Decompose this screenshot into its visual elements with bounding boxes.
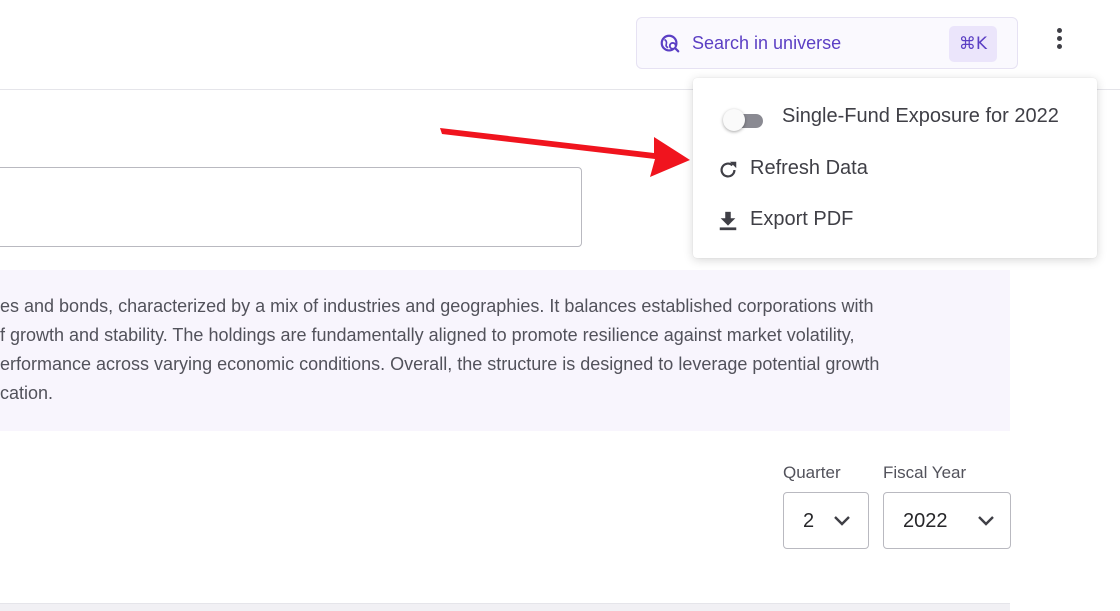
- summary-line: f growth and stability. The holdings are…: [0, 325, 855, 345]
- chevron-down-icon: [834, 516, 850, 526]
- menu-item-label: Refresh Data: [750, 157, 868, 179]
- menu-item-export-pdf[interactable]: Export PDF: [693, 195, 1097, 245]
- search-universe-button[interactable]: Search in universe ⌘K: [636, 17, 1018, 69]
- fiscal-year-select[interactable]: 2022: [883, 492, 1011, 549]
- menu-item-refresh-data[interactable]: Refresh Data: [693, 144, 1097, 194]
- quarter-value: 2: [803, 510, 815, 532]
- menu-item-label: Export PDF: [750, 208, 854, 230]
- summary-line: cation.: [0, 383, 54, 403]
- menu-item-single-fund-exposure[interactable]: Single-Fund Exposure for 2022: [693, 92, 1097, 142]
- download-icon: [719, 211, 737, 231]
- more-vertical-icon[interactable]: [1046, 28, 1072, 58]
- search-globe-icon: [660, 34, 680, 53]
- summary-line: erformance across varying economic condi…: [0, 354, 880, 374]
- portfolio-summary: es and bonds, characterized by a mix of …: [0, 270, 1010, 431]
- top-bar: Search in universe ⌘K: [0, 0, 1120, 90]
- fiscal-year-value: 2022: [903, 510, 948, 532]
- summary-line: es and bonds, characterized by a mix of …: [0, 296, 874, 316]
- single-fund-exposure-toggle[interactable]: [723, 109, 765, 131]
- chevron-down-icon: [978, 516, 994, 526]
- text-input-field[interactable]: [0, 167, 582, 247]
- fiscal-year-label: Fiscal Year: [883, 463, 967, 482]
- keyboard-shortcut-badge: ⌘K: [949, 26, 997, 62]
- more-options-menu: Single-Fund Exposure for 2022 Refresh Da…: [693, 78, 1097, 258]
- quarter-select[interactable]: 2: [783, 492, 869, 549]
- search-universe-label: Search in universe: [692, 33, 842, 53]
- refresh-icon: [720, 161, 737, 178]
- quarter-label: Quarter: [783, 463, 841, 482]
- menu-item-label: Single-Fund Exposure for 2022: [782, 105, 1059, 127]
